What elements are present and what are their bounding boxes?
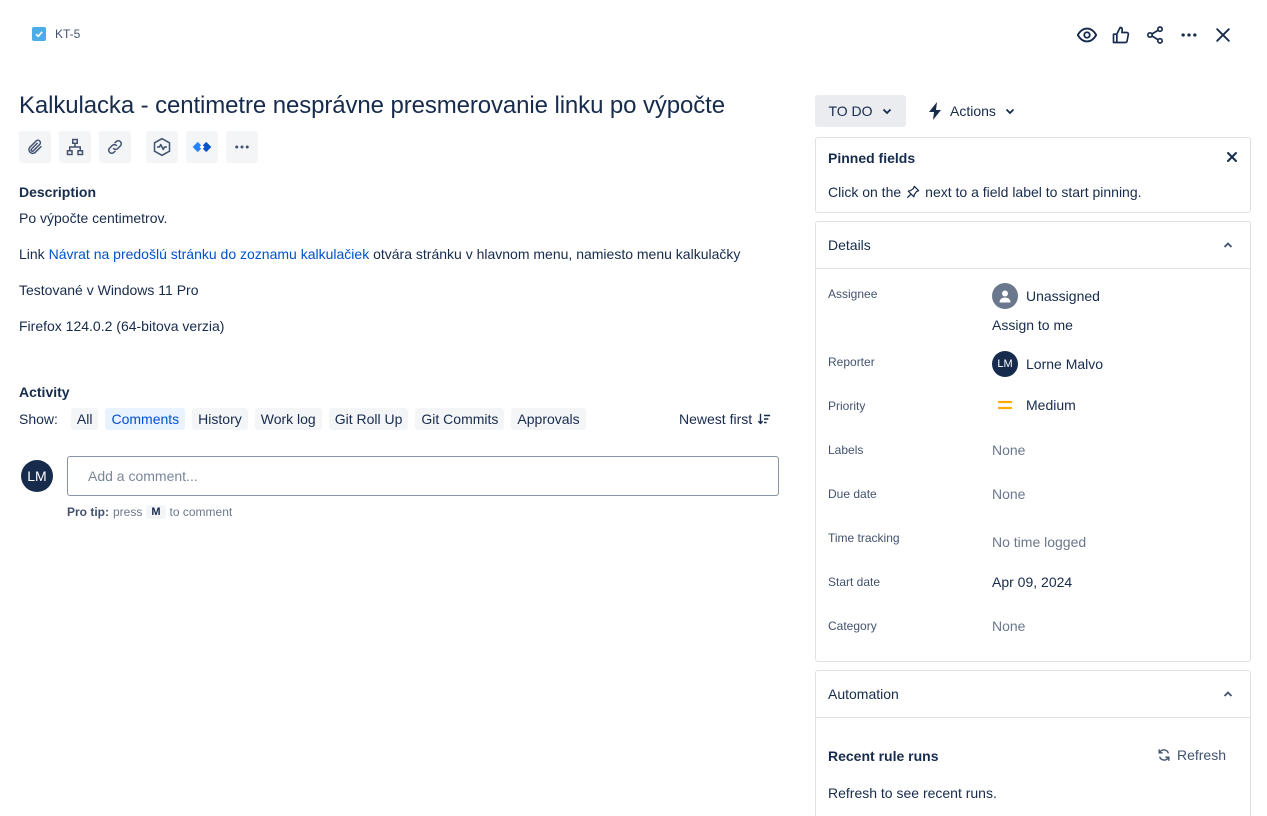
filter-history[interactable]: History <box>192 408 248 430</box>
time-tracking-value[interactable]: No time logged <box>992 534 1086 550</box>
issue-key[interactable]: KT-5 <box>55 27 80 41</box>
priority-label: Priority <box>828 399 866 413</box>
priority-medium-icon <box>997 400 1013 410</box>
assignee-value[interactable]: Unassigned <box>992 283 1100 309</box>
actions-label: Actions <box>950 103 996 119</box>
due-date-label: Due date <box>828 487 877 501</box>
show-label: Show: <box>19 411 58 427</box>
priority-value[interactable]: Medium <box>992 397 1076 413</box>
app-hexagon-pulse-icon[interactable] <box>146 131 178 163</box>
description-inline-link[interactable]: Návrat na predošlú stránku do zoznamu ka… <box>49 246 370 262</box>
filter-work-log[interactable]: Work log <box>254 408 322 430</box>
status-dropdown[interactable]: TO DO <box>815 95 906 127</box>
lightning-bolt-icon <box>929 102 941 120</box>
description-line-2: Link Návrat na predošlú stránku do zozna… <box>19 246 740 262</box>
time-tracking-label: Time tracking <box>828 531 900 545</box>
sort-order-label: Newest first <box>679 411 753 427</box>
pinned-msg-suffix: next to a field label to start pinning. <box>925 184 1142 200</box>
chevron-down-icon <box>1005 108 1015 115</box>
details-title: Details <box>828 237 871 253</box>
assignee-label: Assignee <box>828 287 878 301</box>
details-panel: Details Assignee Unassigned Assign to me… <box>815 221 1251 662</box>
due-date-value[interactable]: None <box>992 486 1025 502</box>
reporter-avatar: LM <box>992 351 1018 377</box>
close-icon[interactable] <box>1209 22 1237 48</box>
filter-comments[interactable]: Comments <box>105 408 186 430</box>
automation-hint: Refresh to see recent runs. <box>828 785 997 801</box>
pinned-fields-title: Pinned fields <box>828 150 916 166</box>
status-label: TO DO <box>828 103 873 119</box>
labels-label: Labels <box>828 443 864 457</box>
app-diamond-blue-icon[interactable] <box>186 131 218 163</box>
sort-descending-icon <box>757 413 771 425</box>
share-icon[interactable] <box>1141 22 1169 48</box>
start-date-value[interactable]: Apr 09, 2024 <box>992 574 1072 590</box>
chevron-down-icon <box>882 108 891 115</box>
filter-all[interactable]: All <box>70 408 99 430</box>
issue-key-breadcrumb[interactable]: KT-5 <box>32 27 80 41</box>
issue-toolbar <box>19 131 258 163</box>
activity-filter-bar: Show: All Comments History Work log Git … <box>19 408 586 430</box>
child-issue-hierarchy-icon[interactable] <box>59 131 91 163</box>
pinned-fields-message: Click on the next to a field label to st… <box>828 184 1142 200</box>
assignee-name: Unassigned <box>1026 288 1100 304</box>
current-user-avatar: LM <box>21 460 53 492</box>
watch-eye-icon[interactable] <box>1073 22 1101 48</box>
refresh-button[interactable]: Refresh <box>1157 747 1226 763</box>
refresh-icon <box>1158 749 1170 761</box>
link-issue-icon[interactable] <box>99 131 131 163</box>
labels-value[interactable]: None <box>992 442 1025 458</box>
description-heading: Description <box>19 184 97 200</box>
category-value[interactable]: None <box>992 618 1025 634</box>
reporter-name: Lorne Malvo <box>1026 356 1104 372</box>
category-label: Category <box>828 619 877 633</box>
pinned-msg-prefix: Click on the <box>828 184 902 200</box>
description-link-suffix: otvára stránku v hlavnom menu, namiesto … <box>369 246 741 262</box>
sort-order-button[interactable]: Newest first <box>679 411 771 427</box>
issue-title[interactable]: Kalkulacka - centimetre nesprávne presme… <box>19 92 725 120</box>
automation-panel: Automation Recent rule runs Refresh Refr… <box>815 670 1251 816</box>
recent-rule-runs-heading: Recent rule runs <box>828 748 939 764</box>
filter-approvals[interactable]: Approvals <box>511 408 586 430</box>
chevron-up-icon <box>1223 242 1233 248</box>
description-line-3: Testované v Windows 11 Pro <box>19 282 199 298</box>
activity-heading: Activity <box>19 384 70 400</box>
filter-git-commits[interactable]: Git Commits <box>415 408 505 430</box>
pro-tip: Pro tip: press M to comment <box>67 505 232 519</box>
automation-title: Automation <box>828 686 899 702</box>
description-link-prefix: Link <box>19 246 49 262</box>
refresh-label: Refresh <box>1176 747 1226 763</box>
task-type-icon <box>32 27 46 41</box>
description-line-4: Firefox 124.0.2 (64-bitova verzia) <box>19 318 225 334</box>
pro-tip-label: Pro tip: <box>67 505 109 519</box>
details-header[interactable]: Details <box>816 222 1250 269</box>
reporter-label: Reporter <box>828 355 875 369</box>
priority-name: Medium <box>1026 397 1076 413</box>
pro-tip-suffix: to comment <box>169 505 233 519</box>
chevron-up-icon <box>1223 691 1233 697</box>
pinned-fields-panel: Pinned fields Click on the next to a fie… <box>815 137 1251 213</box>
description-line-1: Po výpočte centimetrov. <box>19 210 168 226</box>
start-date-label: Start date <box>828 575 881 589</box>
pro-tip-press: press <box>113 505 143 519</box>
more-actions-icon[interactable] <box>1175 22 1203 48</box>
filter-git-roll-up[interactable]: Git Roll Up <box>328 408 409 430</box>
unassigned-avatar-icon <box>992 283 1018 309</box>
vote-thumbs-up-icon[interactable] <box>1107 22 1135 48</box>
add-comment-input[interactable]: Add a comment... <box>67 456 779 496</box>
pin-icon <box>907 185 920 199</box>
pro-tip-key: M <box>146 505 166 519</box>
actions-dropdown[interactable]: Actions <box>920 95 1024 127</box>
more-tools-icon[interactable] <box>226 131 258 163</box>
assign-to-me-link[interactable]: Assign to me <box>992 317 1073 333</box>
reporter-value[interactable]: LM Lorne Malvo <box>992 351 1103 377</box>
attach-paperclip-icon[interactable] <box>19 131 51 163</box>
close-pinned-icon[interactable] <box>1226 150 1238 168</box>
issue-top-actions <box>1073 22 1237 48</box>
automation-header[interactable]: Automation <box>816 671 1250 718</box>
